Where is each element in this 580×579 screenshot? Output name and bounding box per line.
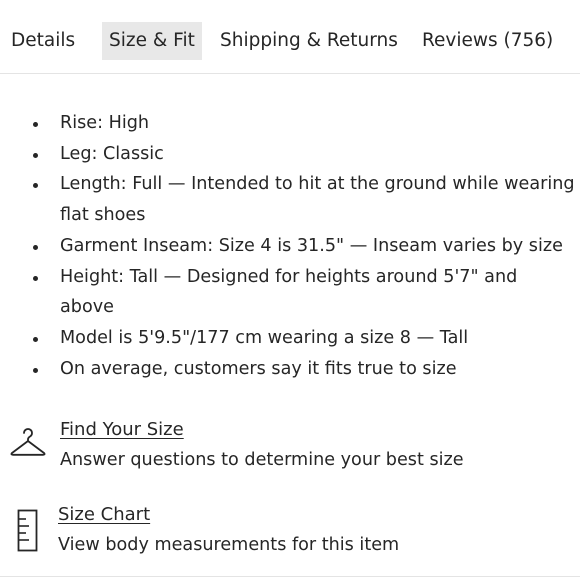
tab-reviews[interactable]: Reviews (756) [422,22,553,60]
fit-detail-inseam: Garment Inseam: Size 4 is 31.5" — Inseam… [0,231,580,262]
find-your-size-section: Find Your Size Answer questions to deter… [0,415,580,475]
tab-details[interactable]: Details [11,22,75,60]
fit-detail-average: On average, customers say it fits true t… [0,354,580,385]
size-chart-description: View body measurements for this item [58,535,400,555]
find-your-size-link[interactable]: Find Your Size [60,419,184,440]
fit-details-list: Rise: High Leg: Classic Length: Full — I… [0,108,580,384]
find-your-size-description: Answer questions to determine your best … [60,450,464,470]
hanger-icon [10,427,46,465]
size-chart-section: Size Chart View body measurements for th… [0,500,580,560]
fit-detail-rise: Rise: High [0,108,580,139]
bottom-divider [0,576,580,577]
ruler-icon [17,509,39,557]
tab-size-fit[interactable]: Size & Fit [102,22,202,60]
product-info-tabs: Details Size & Fit Shipping & Returns Re… [0,0,580,74]
tab-shipping-returns[interactable]: Shipping & Returns [220,22,398,60]
fit-detail-model: Model is 5'9.5"/177 cm wearing a size 8 … [0,323,580,354]
size-chart-link[interactable]: Size Chart [58,504,150,525]
fit-detail-height: Height: Tall — Designed for heights arou… [0,262,580,323]
fit-detail-leg: Leg: Classic [0,139,580,170]
fit-detail-length: Length: Full — Intended to hit at the gr… [0,169,580,230]
